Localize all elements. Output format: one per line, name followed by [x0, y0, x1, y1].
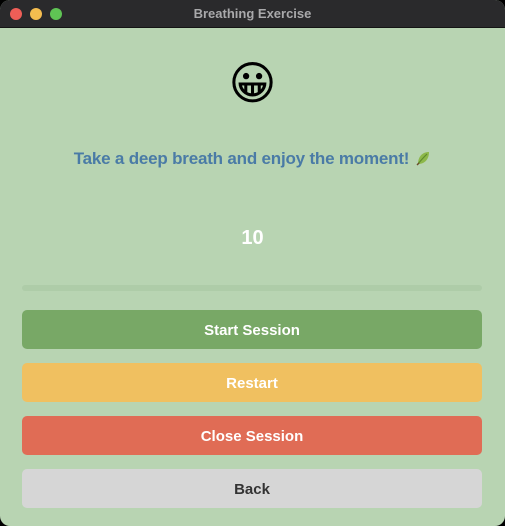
main-content: 😀 Take a deep breath and enjoy the momen…	[0, 29, 505, 526]
session-progress-bar	[22, 285, 482, 291]
breathing-message: Take a deep breath and enjoy the moment!	[0, 147, 505, 171]
breathing-message-text: Take a deep breath and enjoy the moment!	[73, 149, 410, 168]
back-button[interactable]: Back	[22, 469, 482, 508]
close-session-button[interactable]: Close Session	[22, 416, 482, 455]
leaf-icon	[416, 152, 430, 166]
countdown-counter: 10	[241, 227, 264, 249]
smiley-emoji: 😀	[228, 57, 277, 109]
restart-button[interactable]: Restart	[22, 363, 482, 402]
title-bar: Breathing Exercise	[0, 0, 505, 28]
window-title: Breathing Exercise	[193, 6, 312, 21]
app-window: Breathing Exercise 😀 Take a deep breath …	[0, 0, 505, 526]
start-session-button[interactable]: Start Session	[22, 310, 482, 349]
